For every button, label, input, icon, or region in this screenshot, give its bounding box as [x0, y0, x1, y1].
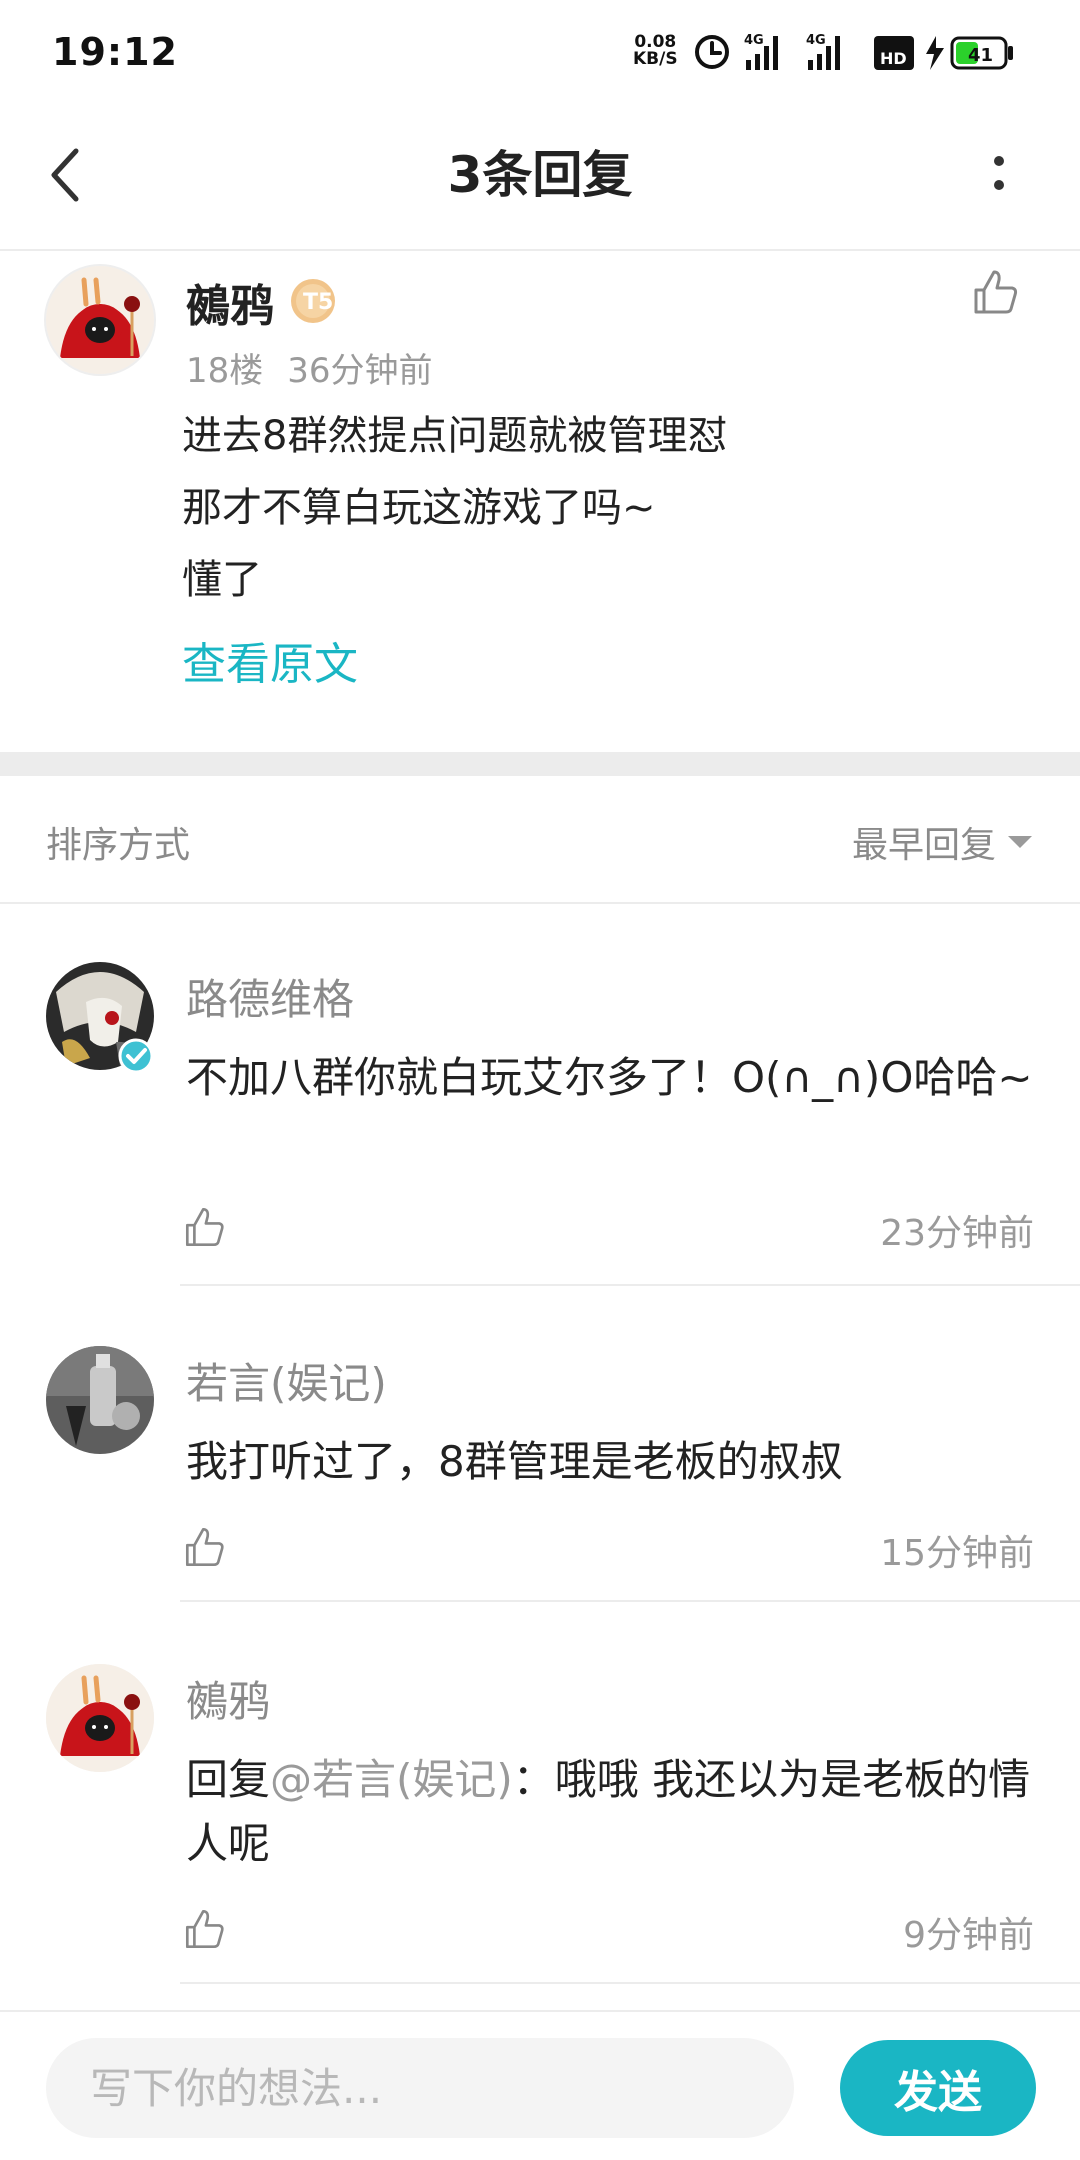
- reply-author-name[interactable]: 路德维格: [186, 966, 354, 1027]
- reply-author-avatar[interactable]: [46, 1346, 154, 1454]
- reply-time: 9分钟前: [903, 1915, 1034, 1956]
- svg-text:HD: HD: [880, 49, 907, 68]
- reply-text: 我打听过了，8群管理是老板的叔叔: [186, 1437, 843, 1486]
- network-speed-unit: KB/S: [633, 49, 678, 69]
- reply-time: 23分钟前: [880, 1213, 1034, 1254]
- post-like-button[interactable]: [970, 266, 1022, 318]
- view-original-link[interactable]: 查看原文: [182, 628, 358, 692]
- comment-input[interactable]: [46, 2038, 794, 2138]
- reply-text: 不加八群你就白玩艾尔多了！O(∩_∩)O哈哈~: [186, 1053, 1033, 1102]
- reply-like-button[interactable]: [182, 1204, 228, 1250]
- signal-4g-icon-1: 4G: [744, 33, 778, 70]
- reply-prefix: 回复: [186, 1755, 271, 1804]
- reply-like-button[interactable]: [182, 1524, 228, 1570]
- charging-icon: [926, 36, 944, 70]
- reply-text: 回复@若言(娱记)：哦哦 我还以为是老板的情人呢: [186, 1748, 1036, 1876]
- comment-composer: 发送: [0, 2010, 1080, 2160]
- sort-bar: 排序方式 最早回复: [0, 776, 1080, 904]
- post-line: 进去8群然提点问题就被管理怼: [182, 413, 728, 459]
- more-options-button[interactable]: [972, 135, 1032, 215]
- thumbs-up-icon: [974, 270, 1018, 314]
- svg-text:4G: 4G: [744, 33, 764, 48]
- post-meta: 18楼 36分钟前: [186, 343, 457, 392]
- reply-divider: [180, 1284, 1080, 1286]
- svg-text:41: 41: [968, 45, 993, 66]
- page-title: 3条回复: [447, 146, 633, 204]
- status-bar: 19:12 0.08 KB/S 4G 4G HD 41: [0, 0, 1080, 105]
- post-body: 进去8群然提点问题就被管理怼 那才不算白玩这游戏了吗~ 懂了: [182, 400, 1042, 616]
- more-vertical-icon: [994, 156, 1004, 190]
- app-header: 3条回复: [0, 105, 1080, 251]
- status-time: 19:12: [52, 30, 178, 74]
- verified-check-icon: [118, 1038, 154, 1074]
- sort-label: 排序方式: [46, 825, 191, 866]
- reply-time: 15分钟前: [880, 1533, 1034, 1574]
- back-button[interactable]: [40, 135, 120, 215]
- alarm-icon: [695, 35, 729, 69]
- network-speed: 0.08 KB/S: [633, 34, 678, 68]
- chevron-left-icon: [51, 148, 79, 202]
- hd-volte-icon: HD: [874, 36, 914, 70]
- level-badge: T5: [288, 276, 338, 326]
- level-badge-icon: T5: [291, 279, 335, 323]
- section-divider: [0, 752, 1080, 776]
- svg-text:T5: T5: [303, 290, 333, 315]
- thumbs-up-icon: [185, 1207, 224, 1247]
- avatar-image: [46, 1346, 154, 1454]
- thumbs-up-icon: [185, 1909, 224, 1949]
- sort-selected-value: 最早回复: [851, 825, 996, 866]
- reply-author-name[interactable]: 若言(娱记): [186, 1350, 387, 1411]
- reply-divider: [180, 1600, 1080, 1602]
- reply-like-button[interactable]: [182, 1906, 228, 1952]
- signal-4g-icon-2: 4G: [806, 33, 840, 70]
- thumbs-up-icon: [185, 1527, 224, 1567]
- avatar-image: [46, 1664, 154, 1772]
- svg-text:4G: 4G: [806, 33, 826, 48]
- post-author-name[interactable]: 鵺鸦: [186, 270, 274, 334]
- send-button[interactable]: 发送: [840, 2040, 1036, 2136]
- sort-dropdown[interactable]: 最早回复: [852, 816, 1032, 868]
- avatar-image: [46, 266, 154, 374]
- reply-author-name[interactable]: 鵺鸦: [186, 1668, 270, 1729]
- reply-author-avatar[interactable]: [46, 1664, 154, 1772]
- post-floor: 18楼: [186, 351, 264, 391]
- status-icons: 4G 4G HD 41: [695, 33, 1013, 70]
- post-author-avatar[interactable]: [44, 264, 156, 376]
- caret-down-icon: [1008, 836, 1032, 848]
- post-time: 36分钟前: [287, 351, 433, 391]
- mention-link[interactable]: @若言(娱记): [270, 1755, 513, 1804]
- post-line: 那才不算白玩这游戏了吗~: [182, 485, 656, 531]
- reply-divider: [180, 1982, 1080, 1984]
- post-line: 懂了: [182, 557, 262, 603]
- battery-icon: 41: [950, 36, 1013, 70]
